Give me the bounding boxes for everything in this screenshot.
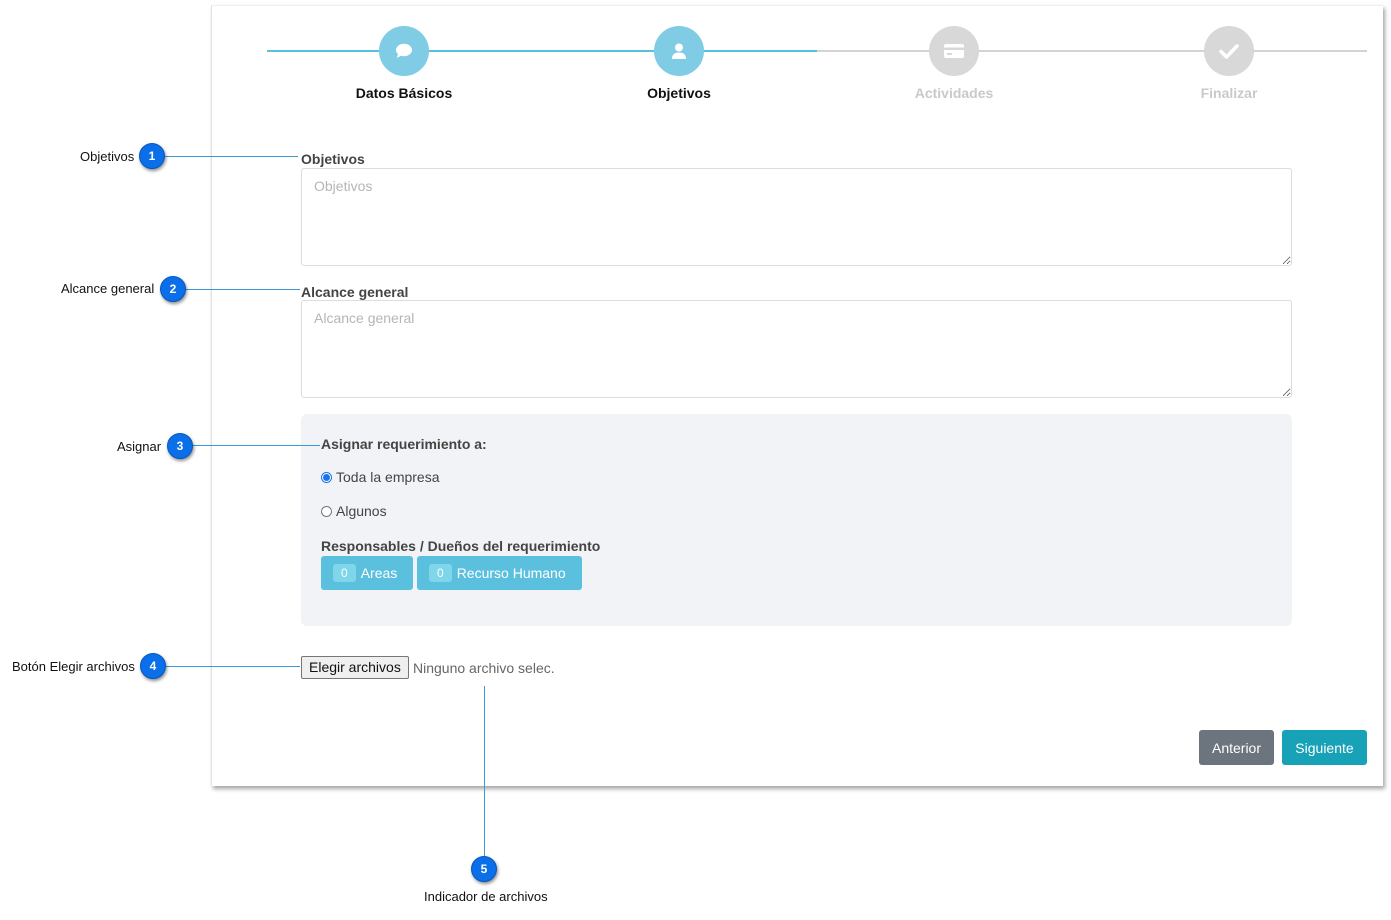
user-icon xyxy=(672,43,686,59)
callout-1-badge: 1 xyxy=(139,143,165,169)
stepper-track-pending xyxy=(817,50,1367,52)
callout-2-label: Alcance general xyxy=(61,281,155,296)
rh-button-label: Recurso Humano xyxy=(456,565,566,581)
recurso-humano-button[interactable]: 0 Recurso Humano xyxy=(417,556,582,590)
stepper-track-completed xyxy=(267,50,817,52)
credit-card-icon xyxy=(944,44,964,58)
owners-label: Responsables / Dueños del requerimiento xyxy=(321,538,601,554)
file-status-text: Ninguno archivo selec. xyxy=(413,660,555,676)
rh-count-badge: 0 xyxy=(429,564,452,582)
wizard-card: Datos Básicos Objetivos Actividades Fina… xyxy=(211,5,1383,786)
radio-algunos-label: Algunos xyxy=(336,503,387,519)
callout-3-badge: 3 xyxy=(167,433,193,459)
callout-3-line xyxy=(193,445,320,446)
areas-count-badge: 0 xyxy=(333,564,356,582)
siguiente-button[interactable]: Siguiente xyxy=(1282,730,1367,765)
callout-5-line xyxy=(484,686,485,857)
step-label-actividades: Actividades xyxy=(914,85,994,101)
callout-5-label: Indicador de archivos xyxy=(424,889,548,904)
callout-1-line xyxy=(165,156,298,157)
callout-4-badge: 4 xyxy=(140,653,166,679)
step-label-finalizar: Finalizar xyxy=(1200,85,1258,101)
assign-panel: Asignar requerimiento a: Toda la empresa… xyxy=(301,414,1292,626)
step-actividades[interactable] xyxy=(929,26,979,76)
radio-toda-empresa-label: Toda la empresa xyxy=(336,469,440,485)
radio-algunos[interactable]: Algunos xyxy=(321,503,387,519)
step-label-objetivos: Objetivos xyxy=(647,85,711,101)
objetivos-textarea[interactable] xyxy=(301,168,1292,266)
callout-1-label: Objetivos xyxy=(80,149,135,164)
areas-button[interactable]: 0 Areas xyxy=(321,556,413,590)
alcance-textarea[interactable] xyxy=(301,300,1292,398)
objetivos-label: Objetivos xyxy=(301,151,365,167)
check-icon xyxy=(1219,44,1239,59)
step-objetivos[interactable] xyxy=(654,26,704,76)
areas-button-label: Areas xyxy=(360,565,398,581)
radio-algunos-input[interactable] xyxy=(321,505,332,517)
callout-3-label: Asignar xyxy=(117,439,162,454)
callout-4-line xyxy=(166,666,300,667)
step-datos-basicos[interactable] xyxy=(379,26,429,76)
choose-files-button[interactable]: Elegir archivos xyxy=(301,656,409,679)
callout-2-badge: 2 xyxy=(160,276,186,302)
callout-2-line xyxy=(186,289,300,290)
step-finalizar[interactable] xyxy=(1204,26,1254,76)
radio-toda-empresa-input[interactable] xyxy=(321,471,332,483)
callout-5-badge: 5 xyxy=(471,856,497,882)
step-label-datos-basicos: Datos Básicos xyxy=(355,85,453,101)
assign-title: Asignar requerimiento a: xyxy=(321,436,487,452)
callout-4-label: Botón Elegir archivos xyxy=(12,659,135,674)
radio-toda-empresa[interactable]: Toda la empresa xyxy=(321,469,440,485)
alcance-label: Alcance general xyxy=(301,284,409,300)
anterior-button[interactable]: Anterior xyxy=(1199,730,1274,765)
chat-bubble-icon xyxy=(396,43,412,58)
